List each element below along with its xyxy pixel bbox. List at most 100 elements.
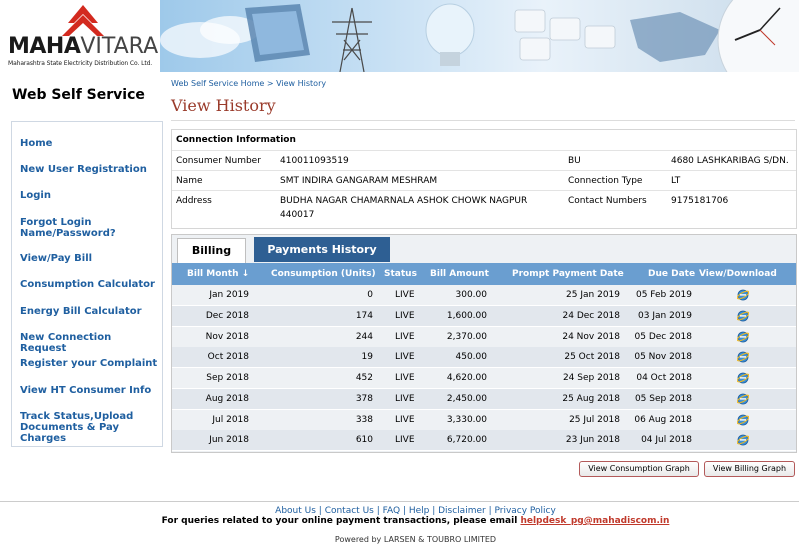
- title-divider: [171, 120, 795, 121]
- download-bill-icon[interactable]: [737, 351, 749, 363]
- cell-due-date: 05 Sep 2018: [634, 393, 692, 404]
- cell-bill-amount: 300.00: [455, 290, 488, 300]
- cell-bill-month: Aug 2018: [205, 393, 249, 404]
- sidebar-item-new-user-registration[interactable]: New User Registration: [20, 164, 158, 175]
- cell-prompt-payment-date: 25 Oct 2018: [564, 352, 620, 363]
- table-row: Nov 2018 244 LIVE 2,370.00 24 Nov 2018 05 Dec…: [172, 326, 796, 348]
- connection-row-name: Name SMT INDIRA GANGARAM MESHRAM Connect…: [172, 170, 796, 191]
- tab-billing[interactable]: Billing: [177, 238, 246, 263]
- cell-prompt-payment-date: 24 Dec 2018: [562, 310, 621, 321]
- cell-bill-month: Nov 2018: [205, 331, 249, 342]
- table-row: Sep 2018 452 LIVE 4,620.00 24 Sep 2018 04 Oct…: [172, 368, 796, 389]
- helpdesk-email-link[interactable]: helpdesk_pg@mahadiscom.in: [520, 516, 669, 526]
- cell-due-date: 05 Dec 2018: [634, 331, 693, 342]
- footer-link-disclaimer[interactable]: Disclaimer: [438, 506, 486, 516]
- cell-bill-month: Jan 2019: [209, 290, 249, 300]
- cell-bill-month: Jun 2018: [209, 435, 249, 446]
- header-prompt-payment-date[interactable]: Prompt Payment Date: [512, 269, 624, 279]
- sidebar-item-login[interactable]: Login: [20, 190, 158, 201]
- cell-prompt-payment-date: 25 Jul 2018: [569, 414, 620, 425]
- sidebar-item-new-connection-request[interactable]: New Connection Request: [20, 332, 158, 354]
- cell-status: LIVE: [395, 414, 415, 425]
- breadcrumb-home-link[interactable]: Web Self Service Home: [171, 79, 264, 88]
- contact-numbers-label: Contact Numbers: [568, 196, 647, 206]
- name-label: Name: [176, 176, 203, 186]
- header-banner-image: [160, 0, 799, 72]
- address-value: BUDHA NAGAR CHAMARNALA ASHOK CHOWK NAGPU…: [280, 196, 528, 220]
- connection-information-heading: Connection Information: [176, 135, 296, 145]
- footer-separator: |: [373, 506, 383, 516]
- cell-status: LIVE: [395, 290, 415, 300]
- view-consumption-graph-button[interactable]: View Consumption Graph: [579, 461, 699, 477]
- cell-prompt-payment-date: 25 Jan 2019: [566, 290, 620, 300]
- connection-row-address: Address BUDHA NAGAR CHAMARNALA ASHOK CHO…: [172, 190, 796, 228]
- table-row: Jan 2019 0 LIVE 300.00 25 Jan 2019 05 Feb 201…: [172, 285, 796, 306]
- footer-link-faq[interactable]: FAQ: [383, 506, 400, 516]
- sidebar-item-consumption-calculator[interactable]: Consumption Calculator: [20, 279, 158, 290]
- download-bill-icon[interactable]: [737, 434, 749, 446]
- footer-note-text: For queries related to your online payme…: [161, 516, 521, 526]
- sidebar-item-view-ht-consumer-info[interactable]: View HT Consumer Info: [20, 385, 158, 396]
- header-due-date[interactable]: Due Date: [648, 269, 695, 279]
- header-view-download[interactable]: View/Download: [699, 269, 777, 279]
- consumer-number-value: 410011093519: [280, 156, 349, 166]
- sidebar-item-track-status[interactable]: Track Status,Upload Documents & Pay Char…: [20, 411, 158, 444]
- billing-tabs-panel: Billing Payments History Bill Month ↓ Co…: [171, 234, 797, 453]
- tab-payments-history[interactable]: Payments History: [254, 237, 390, 262]
- download-bill-icon[interactable]: [737, 331, 749, 343]
- connection-type-value: LT: [671, 176, 681, 186]
- cell-consumption: 19: [361, 352, 373, 363]
- cell-bill-amount: 2,370.00: [446, 331, 487, 342]
- view-billing-graph-button[interactable]: View Billing Graph: [704, 461, 795, 477]
- cell-consumption: 0: [367, 290, 373, 300]
- header-bill-month[interactable]: Bill Month ↓: [187, 269, 249, 279]
- header-status[interactable]: Status: [384, 269, 417, 279]
- table-row: Jul 2018 338 LIVE 3,330.00 25 Jul 2018 06 Aug…: [172, 409, 796, 431]
- cell-bill-amount: 4,620.00: [446, 373, 487, 383]
- sidebar-item-home[interactable]: Home: [20, 138, 158, 149]
- cell-status: LIVE: [395, 310, 415, 321]
- cell-due-date: 03 Jan 2019: [638, 310, 692, 321]
- footer-separator: |: [429, 506, 439, 516]
- cell-prompt-payment-date: 24 Nov 2018: [562, 331, 620, 342]
- footer-powered-by: Powered by LARSEN & TOUBRO LIMITED: [334, 535, 497, 544]
- download-bill-icon[interactable]: [737, 372, 749, 384]
- sidebar-item-view-pay-bill[interactable]: View/Pay Bill: [20, 253, 158, 264]
- mahavitaran-logo[interactable]: MAHAVITARAN Maharashtra State Electricit…: [0, 0, 175, 72]
- footer-link-privacy-policy[interactable]: Privacy Policy: [494, 506, 555, 516]
- sidebar-item-energy-bill-calculator[interactable]: Energy Bill Calculator: [20, 306, 158, 317]
- cell-bill-amount: 3,330.00: [446, 414, 487, 425]
- logo-brand-a: MAHA: [8, 34, 81, 59]
- cell-status: LIVE: [395, 352, 415, 363]
- download-bill-icon[interactable]: [737, 393, 749, 405]
- cell-due-date: 05 Feb 2019: [635, 290, 692, 300]
- bu-value: 4680 LASHKARIBAG S/DN.: [671, 156, 789, 166]
- address-label: Address: [176, 196, 212, 206]
- flame-logo-icon: [62, 5, 104, 36]
- header-bill-amount[interactable]: Bill Amount: [430, 269, 489, 279]
- cell-status: LIVE: [395, 393, 415, 404]
- cell-bill-amount: 6,720.00: [446, 435, 487, 446]
- cell-bill-month: Jul 2018: [212, 414, 249, 425]
- cell-prompt-payment-date: 24 Sep 2018: [562, 373, 620, 383]
- download-bill-icon[interactable]: [737, 289, 749, 301]
- table-row: Dec 2018 174 LIVE 1,600.00 24 Dec 2018 03 Jan…: [172, 305, 796, 327]
- consumer-number-label: Consumer Number: [176, 156, 261, 166]
- download-bill-icon[interactable]: [737, 310, 749, 322]
- cell-due-date: 04 Jul 2018: [641, 435, 692, 446]
- footer-link-help[interactable]: Help: [409, 506, 430, 516]
- header-consumption[interactable]: Consumption (Units): [271, 269, 376, 279]
- cell-due-date: 04 Oct 2018: [636, 373, 692, 383]
- cell-status: LIVE: [395, 373, 415, 383]
- breadcrumb: Web Self Service Home > View History: [171, 79, 326, 88]
- grid-header-row: Bill Month ↓ Consumption (Units) Status …: [172, 263, 796, 285]
- download-bill-icon[interactable]: [737, 414, 749, 426]
- footer-payment-note: For queries related to your online payme…: [0, 516, 799, 526]
- sidebar-item-forgot-login[interactable]: Forgot Login Name/Password?: [20, 217, 158, 239]
- footer-link-contact-us[interactable]: Contact Us: [325, 506, 374, 516]
- footer-link-about-us[interactable]: About Us: [275, 506, 316, 516]
- cell-prompt-payment-date: 25 Aug 2018: [562, 393, 620, 404]
- cell-status: LIVE: [395, 331, 415, 342]
- sidebar-item-register-complaint[interactable]: Register your Complaint: [20, 358, 158, 369]
- breadcrumb-separator: >: [266, 79, 274, 88]
